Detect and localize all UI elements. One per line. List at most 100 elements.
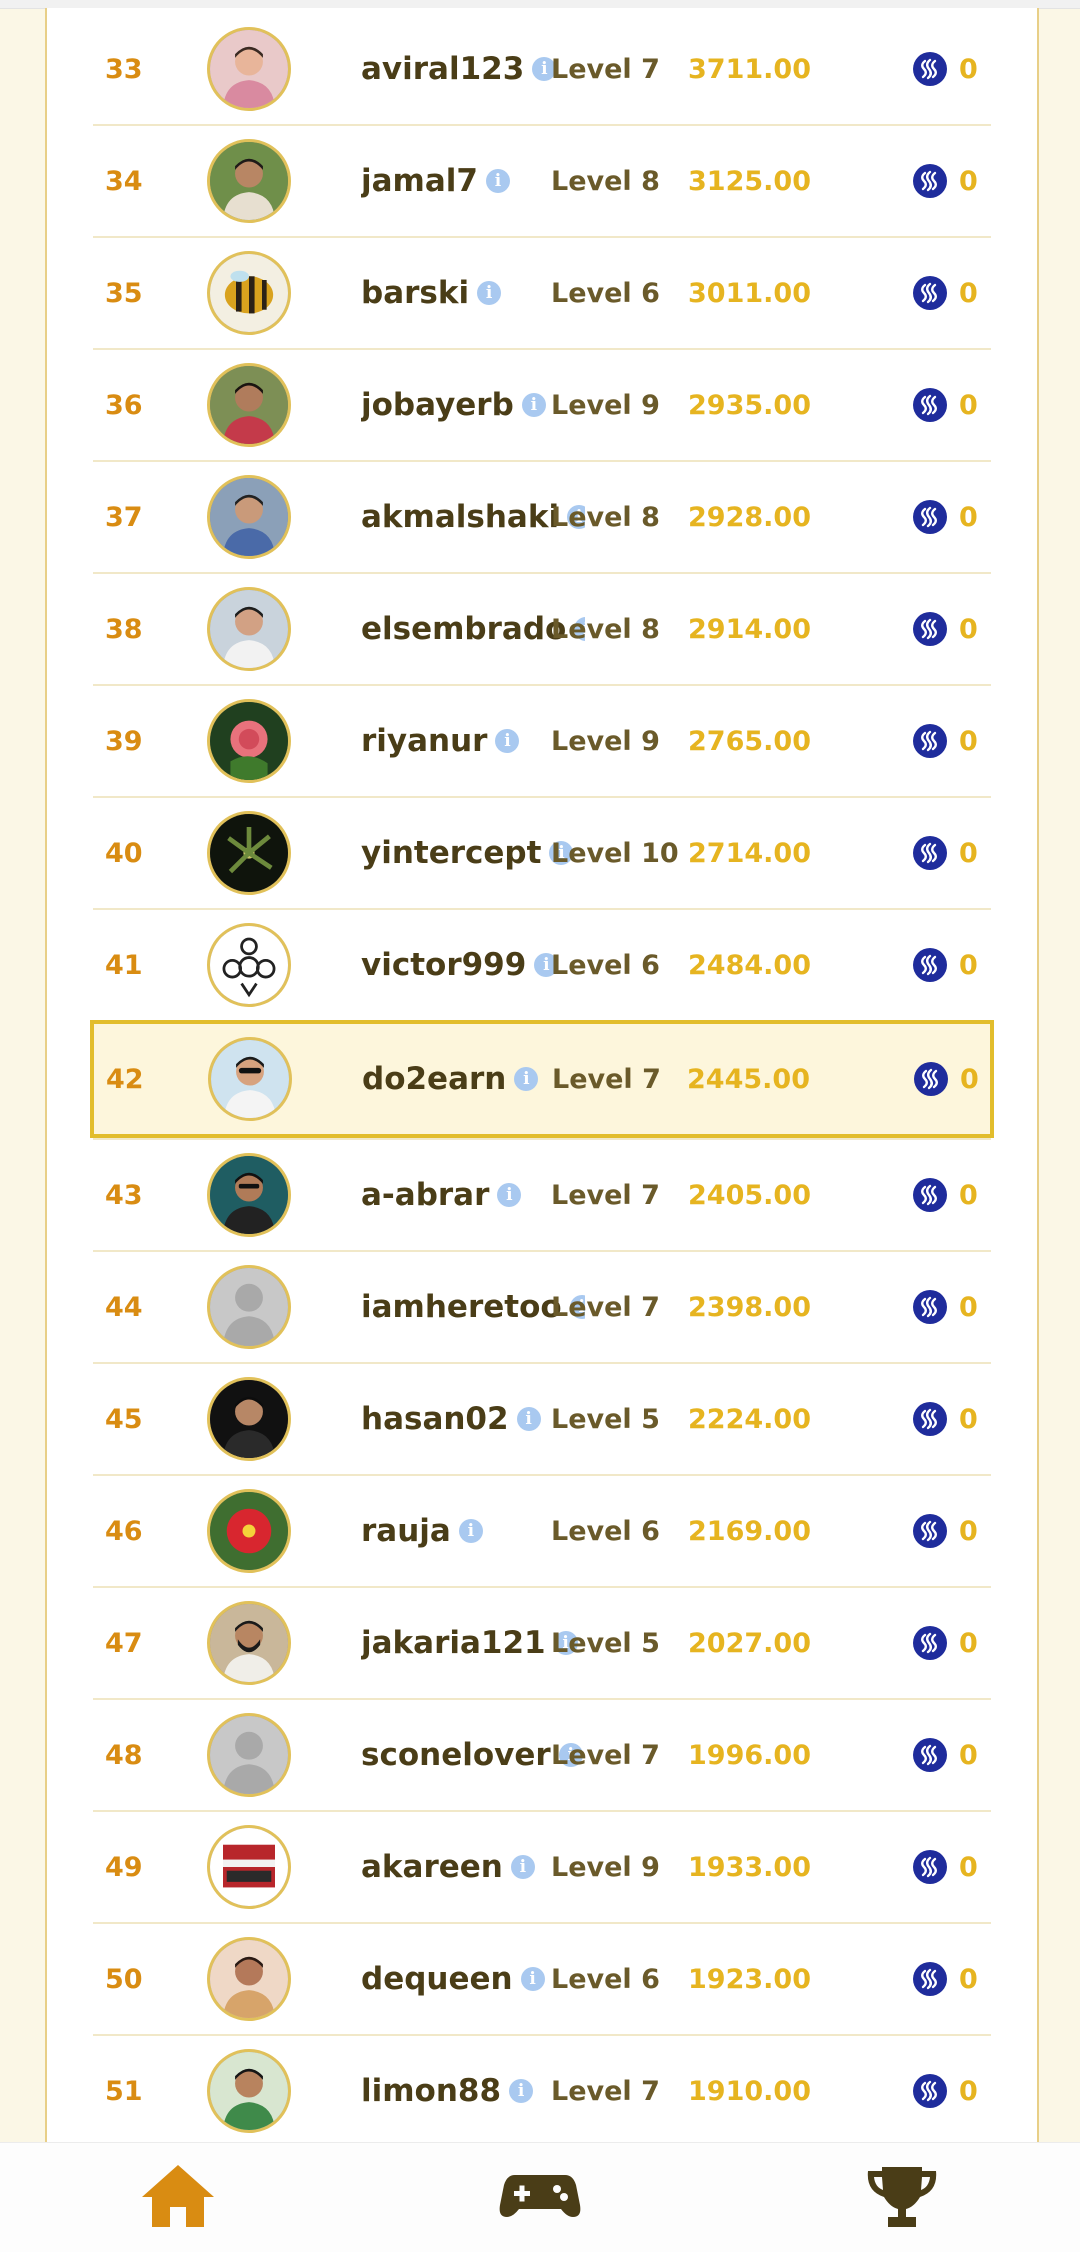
leaderboard-row[interactable]: 41 victor999 i Level 6 2484.00 0	[93, 908, 991, 1020]
username[interactable]: hasan02	[361, 1401, 509, 1437]
leaderboard-row[interactable]: 40 yintercept i Level 10 2714.00 0	[93, 796, 991, 908]
info-icon[interactable]: i	[516, 1407, 541, 1431]
leaderboard-row[interactable]: 38elsembradoiLevel 82914.000	[93, 572, 991, 684]
info-icon[interactable]: i	[514, 1067, 539, 1091]
leaderboard-row[interactable]: 49 akareen i Level 9 1933.00 0	[93, 1810, 991, 1922]
user-level: Level 10	[551, 837, 679, 869]
avatar-image	[210, 1828, 288, 1906]
rank-number: 51	[105, 2075, 143, 2107]
leaderboard-row[interactable]: 47 jakaria121 i Level 5 2027.00 0	[93, 1586, 991, 1698]
nav-games-button[interactable]	[497, 2161, 583, 2231]
leaderboard-row[interactable]: 39 riyanur i Level 9 2765.00 0	[93, 684, 991, 796]
username[interactable]: riyanur	[361, 723, 487, 759]
user-avatar[interactable]	[207, 139, 291, 223]
leaderboard-row[interactable]: 44 iamheretoo i Level 7 2398.00 0	[93, 1250, 991, 1362]
steem-coin-icon	[913, 2074, 947, 2108]
rank-number: 47	[105, 1627, 143, 1659]
username[interactable]: sconelover	[361, 1737, 551, 1773]
leaderboard-row[interactable]: 50 dequeen i Level 6 1923.00 0	[93, 1922, 991, 2034]
leaderboard-row[interactable]: 48 sconelover i Level 7 1996.00 0	[93, 1698, 991, 1810]
nav-home-button[interactable]	[138, 2161, 218, 2231]
leaderboard-panel: 33 aviral123 i Level 7 3711.00 0 34 jamal7 i Leve…	[45, 8, 1039, 2142]
username[interactable]: akmalshaki	[361, 499, 559, 535]
username[interactable]: victor999	[361, 947, 526, 983]
user-score: 2169.00	[688, 1515, 811, 1547]
avatar-image	[210, 814, 288, 892]
username[interactable]: elsembrado	[361, 611, 566, 647]
user-avatar[interactable]	[207, 1713, 291, 1797]
user-avatar[interactable]	[207, 1489, 291, 1573]
steem-coin-icon	[913, 500, 947, 534]
username[interactable]: limon88	[361, 2073, 501, 2109]
rank-number: 35	[105, 277, 143, 309]
leaderboard-row[interactable]: 34 jamal7 i Level 8 3125.00 0	[93, 124, 991, 236]
steem-coin-icon	[913, 276, 947, 310]
info-icon[interactable]: i	[521, 393, 546, 417]
leaderboard-row[interactable]: 46 rauja i Level 6 2169.00 0	[93, 1474, 991, 1586]
info-icon[interactable]: i	[497, 1183, 522, 1207]
username[interactable]: aviral123	[361, 51, 524, 87]
user-score: 2398.00	[688, 1291, 811, 1323]
info-icon[interactable]: i	[509, 2079, 534, 2103]
info-icon[interactable]: i	[485, 169, 510, 193]
user-avatar[interactable]	[207, 1265, 291, 1349]
leaderboard-row[interactable]: 33 aviral123 i Level 7 3711.00 0	[93, 12, 991, 124]
leaderboard-row[interactable]: 45 hasan02 i Level 5 2224.00 0	[93, 1362, 991, 1474]
info-icon[interactable]: i	[520, 1967, 545, 1991]
info-icon[interactable]: i	[510, 1855, 535, 1879]
reward-amount: 0	[959, 1403, 978, 1435]
steem-coin-icon	[913, 52, 947, 86]
avatar-image	[210, 30, 288, 108]
user-avatar[interactable]	[207, 363, 291, 447]
user-avatar[interactable]	[207, 1825, 291, 1909]
nav-leaderboard-button[interactable]	[862, 2161, 942, 2231]
username[interactable]: yintercept	[361, 835, 541, 871]
leaderboard-row-current-user[interactable]: 42 do2earn i Level 7 2445.00 0	[90, 1020, 994, 1138]
user-avatar[interactable]	[207, 1937, 291, 2021]
username[interactable]: iamheretoo	[361, 1289, 562, 1325]
user-avatar[interactable]	[207, 811, 291, 895]
user-avatar[interactable]	[207, 923, 291, 1007]
user-avatar[interactable]	[207, 1377, 291, 1461]
user-level: Level 6	[551, 1515, 660, 1547]
info-icon[interactable]: i	[458, 1519, 483, 1543]
trophy-icon	[867, 2167, 937, 2227]
leaderboard-row[interactable]: 51 limon88 i Level 7 1910.00 0	[93, 2034, 991, 2146]
username[interactable]: a-abrar	[361, 1177, 489, 1213]
user-score: 1933.00	[688, 1851, 811, 1883]
reward-amount: 0	[959, 613, 978, 645]
username[interactable]: do2earn	[362, 1061, 506, 1097]
info-icon[interactable]: i	[495, 729, 520, 753]
username[interactable]: dequeen	[361, 1961, 513, 1997]
leaderboard-row[interactable]: 35 barski i Level 6 3011.00 0	[93, 236, 991, 348]
user-avatar[interactable]	[207, 699, 291, 783]
info-icon[interactable]: i	[477, 281, 502, 305]
username[interactable]: akareen	[361, 1849, 503, 1885]
user-level: Level 6	[551, 1963, 660, 1995]
reward-amount: 0	[959, 1291, 978, 1323]
rank-number: 42	[106, 1063, 144, 1095]
leaderboard-row[interactable]: 37 akmalshaki i Level 8 2928.00 0	[93, 460, 991, 572]
rank-number: 40	[105, 837, 143, 869]
user-avatar[interactable]	[207, 587, 291, 671]
username[interactable]: rauja	[361, 1513, 451, 1549]
username[interactable]: jakaria121	[361, 1625, 546, 1661]
username[interactable]: barski	[361, 275, 469, 311]
rank-number: 41	[105, 949, 143, 981]
user-avatar[interactable]	[207, 1601, 291, 1685]
user-avatar[interactable]	[207, 475, 291, 559]
user-score: 2714.00	[688, 837, 811, 869]
username[interactable]: jamal7	[361, 163, 478, 199]
avatar-image	[210, 926, 288, 1004]
bottom-navigation	[0, 2142, 1080, 2252]
user-avatar[interactable]	[207, 1153, 291, 1237]
leaderboard-row[interactable]: 43 a-abrar i Level 7 2405.00 0	[93, 1138, 991, 1250]
user-avatar[interactable]	[207, 27, 291, 111]
avatar-image	[210, 1492, 288, 1570]
user-avatar[interactable]	[208, 1037, 292, 1121]
user-avatar[interactable]	[207, 251, 291, 335]
username[interactable]: jobayerb	[361, 387, 514, 423]
leaderboard-row[interactable]: 36 jobayerb i Level 9 2935.00 0	[93, 348, 991, 460]
user-avatar[interactable]	[207, 2049, 291, 2133]
reward-amount: 0	[959, 1963, 978, 1995]
